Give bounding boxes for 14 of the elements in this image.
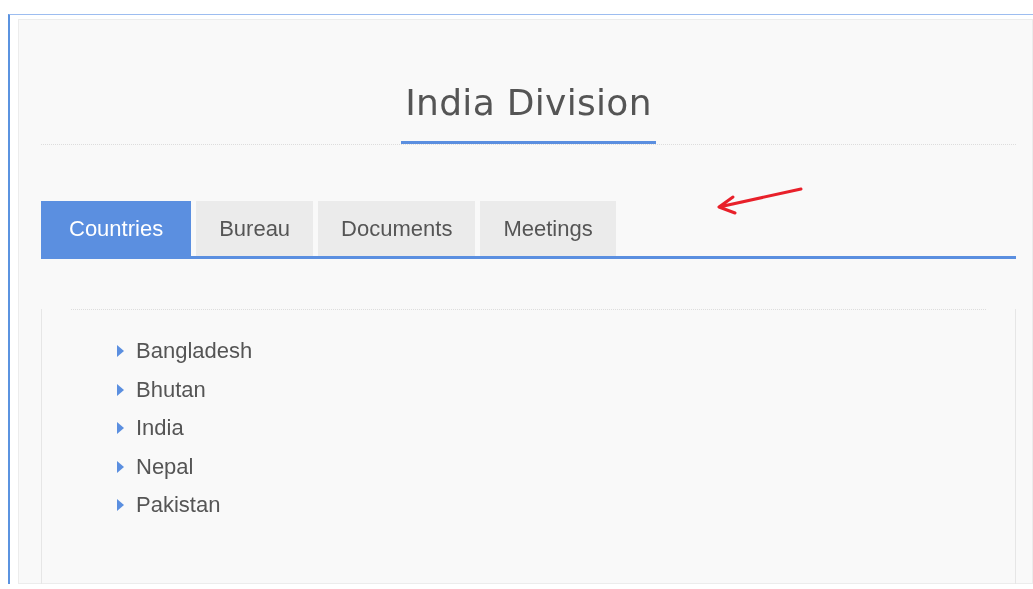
tab[interactable]: Documents bbox=[318, 201, 476, 256]
country-link[interactable]: Nepal bbox=[136, 453, 194, 480]
page-title: India Division bbox=[401, 78, 656, 144]
caret-icon bbox=[117, 422, 124, 435]
caret-icon bbox=[117, 383, 124, 396]
country-link[interactable]: India bbox=[136, 415, 184, 442]
caret-icon bbox=[117, 499, 124, 512]
tab[interactable]: Meetings bbox=[480, 201, 616, 256]
country-link[interactable]: Bhutan bbox=[136, 376, 206, 403]
tab[interactable]: Bureau bbox=[196, 201, 314, 256]
caret-icon bbox=[117, 345, 124, 358]
country-link[interactable]: Pakistan bbox=[136, 492, 221, 519]
country-link[interactable]: Bangladesh bbox=[136, 338, 253, 365]
caret-icon bbox=[117, 460, 124, 473]
